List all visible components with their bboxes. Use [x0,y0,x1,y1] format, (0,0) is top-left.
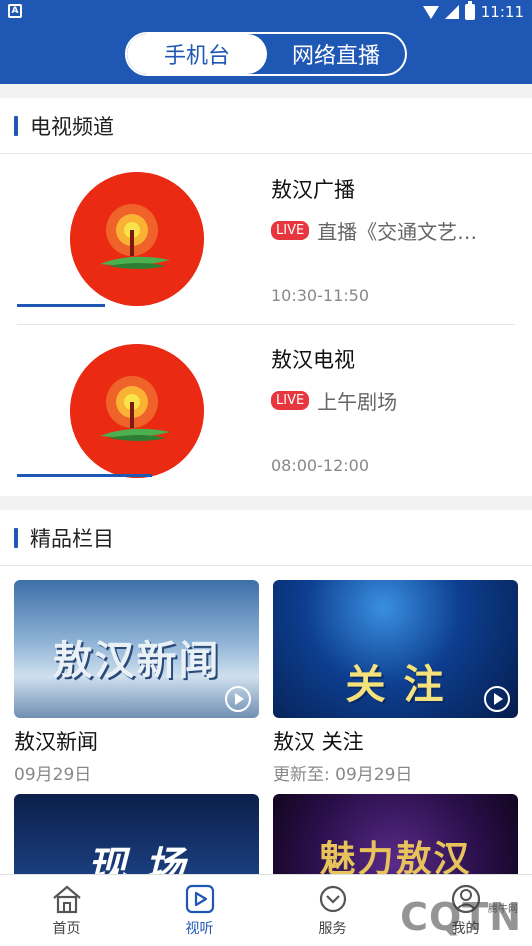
progress-underline [17,304,105,307]
watermark-small: 腾牛网 [488,904,518,915]
play-icon [484,686,510,712]
nav-label: 视听 [185,920,214,937]
section-header: 精品栏目 [0,510,532,566]
tab-network-live[interactable]: 网络直播 [267,34,405,74]
wifi-icon [422,5,439,19]
channel-item[interactable]: 敖汉广播 LIVE 直播《交通文艺… 10:30-11:50 [0,154,532,324]
section-header: 电视频道 [0,98,532,154]
battery-icon [464,1,475,20]
program-thumbnail: 魅力敖汉 [273,794,518,874]
status-bar: A 11:11 [0,0,532,24]
segmented-control: 手机台 网络直播 [125,32,407,76]
nav-home[interactable]: 首页 [0,875,133,946]
featured-section: 精品栏目 敖汉新闻 敖汉新闻 09月29日 关 注 敖汉 关注 更新至: 09月… [0,510,532,874]
thumbnail-title: 关 注 [345,662,446,708]
live-row: LIVE 直播《交通文艺… [271,216,511,245]
live-row: LIVE 上午剧场 [271,386,511,415]
channel-logo [70,172,204,306]
program-title: 直播《交通文艺… [317,220,478,244]
nav-media[interactable]: 视听 [133,875,266,946]
channel-name: 敖汉电视 [271,348,355,372]
program-name: 敖汉新闻 [14,730,98,754]
live-badge: LIVE [271,391,310,410]
program-card[interactable]: 敖汉新闻 敖汉新闻 09月29日 [14,580,259,785]
channel-logo [70,344,204,478]
program-date: 09月29日 [14,765,92,785]
program-card[interactable]: 关 注 敖汉 关注 更新至: 09月29日 [273,580,518,785]
tab-mobile-tv[interactable]: 手机台 [127,34,267,74]
program-time: 08:00-12:00 [271,456,369,475]
thumbnail-title: 魅力敖汉 [319,839,472,874]
section-accent-bar [14,527,18,548]
nav-service[interactable]: 服务 [266,875,399,946]
progress-underline [17,474,152,477]
section-title: 电视频道 [30,114,114,139]
nav-label: 服务 [318,920,347,937]
app-header: 手机台 网络直播 [0,24,532,84]
nav-label: 首页 [52,920,81,937]
program-thumbnail: 关 注 [273,580,518,718]
program-thumbnail: 现 场 [14,794,259,874]
notification-icon: A [8,4,22,18]
section-accent-bar [14,115,18,136]
program-card[interactable]: 现 场 [14,794,259,874]
status-time: 11:11 [480,3,524,21]
program-card[interactable]: 魅力敖汉 [273,794,518,874]
program-thumbnail: 敖汉新闻 [14,580,259,718]
tv-channel-section: 电视频道 敖汉广播 LIVE 直播《交通文艺… 10:30-11:50 敖汉电视… [0,98,532,496]
live-badge: LIVE [271,221,310,240]
program-date: 更新至: 09月29日 [273,765,413,785]
home-icon [52,885,81,913]
program-title: 上午剧场 [317,390,398,414]
thumbnail-title: 敖汉新闻 [52,638,221,684]
service-icon [319,885,346,912]
signal-icon [444,5,459,19]
section-title: 精品栏目 [30,526,114,551]
thumbnail-title: 现 场 [86,844,187,874]
program-name: 敖汉 关注 [273,730,364,754]
play-icon [185,884,214,913]
channel-name: 敖汉广播 [271,178,355,202]
channel-item[interactable]: 敖汉电视 LIVE 上午剧场 08:00-12:00 [0,324,532,494]
program-time: 10:30-11:50 [271,286,369,305]
play-icon [225,686,251,712]
